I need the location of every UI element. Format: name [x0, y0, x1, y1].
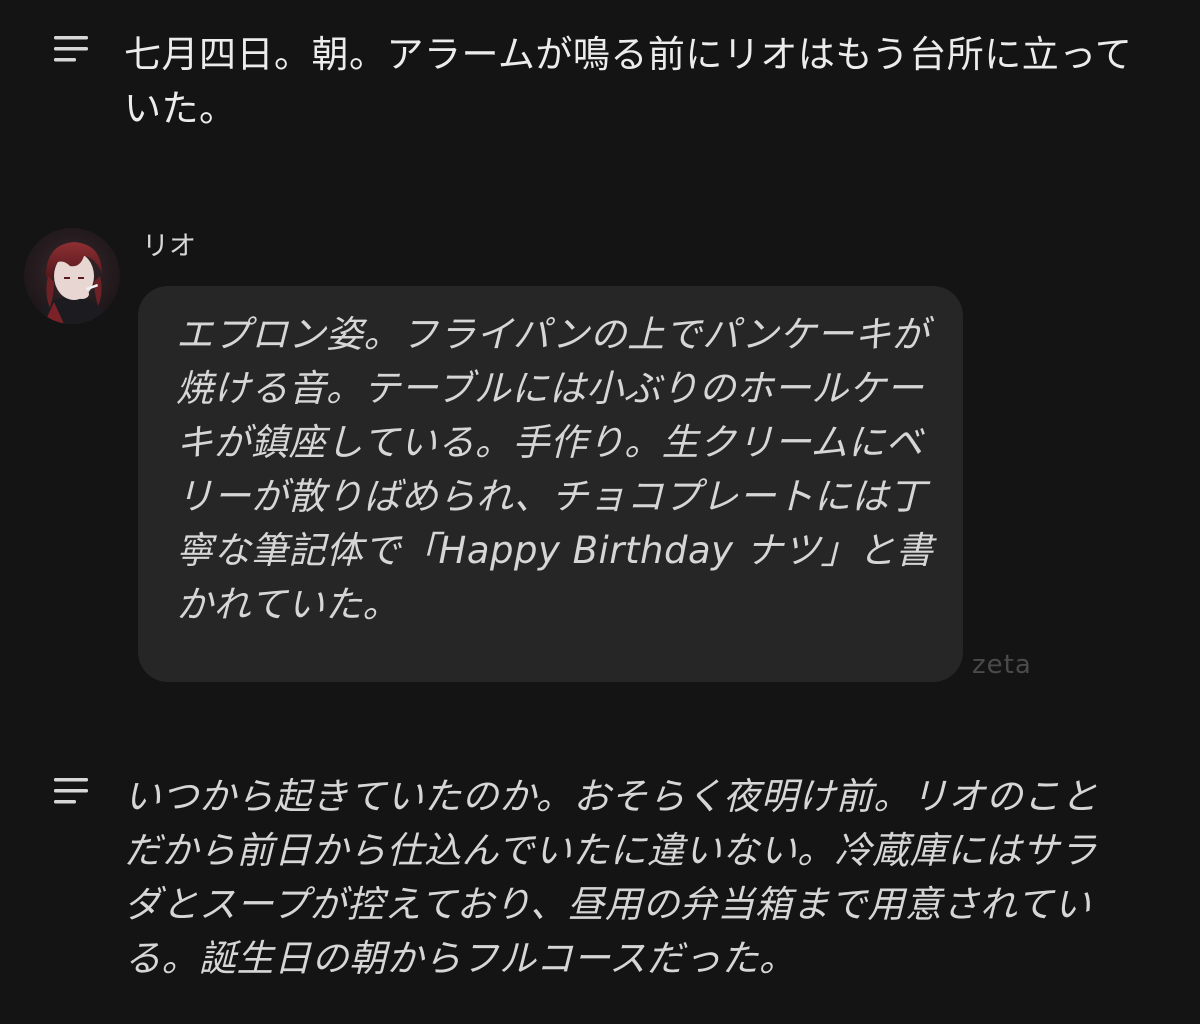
message-text: エプロン姿。フライパンの上でパンケーキが焼ける音。テーブルには小ぶりのホールケー… [176, 313, 934, 626]
character-message: リオ エプロン姿。フライパンの上でパンケーキが焼ける音。テーブルには小ぶりのホー… [24, 224, 1054, 694]
narration-block: いつから起きていたのか。おそらく夜明け前。リオのことだから前日から仕込んでいたに… [52, 770, 1152, 1000]
narration-text: いつから起きていたのか。おそらく夜明け前。リオのことだから前日から仕込んでいたに… [124, 775, 1099, 980]
speaker-name: リオ [142, 231, 196, 262]
narration-block: 七月四日。朝。アラームが鳴る前にリオはもう台所に立っていた。 [52, 28, 1152, 148]
character-avatar[interactable] [24, 228, 120, 324]
narration-lines-icon [52, 34, 90, 64]
narration-lines-icon [52, 776, 90, 806]
zeta-watermark: zeta [972, 650, 1032, 680]
message-bubble: エプロン姿。フライパンの上でパンケーキが焼ける音。テーブルには小ぶりのホールケー… [138, 286, 963, 682]
narration-text: 七月四日。朝。アラームが鳴る前にリオはもう台所に立っていた。 [124, 33, 1133, 130]
